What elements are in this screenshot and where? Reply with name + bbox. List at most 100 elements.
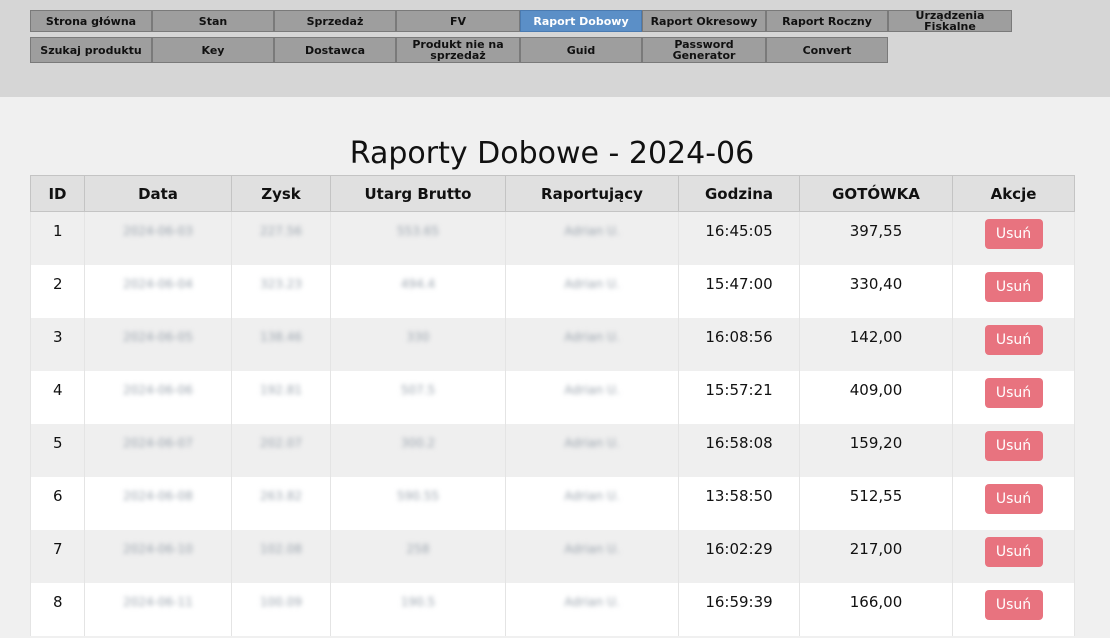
cell-profit: 138.46: [260, 330, 302, 344]
cell-date: 2024-06-04: [123, 277, 193, 291]
cell-id: 1: [53, 222, 63, 240]
delete-button[interactable]: Usuń: [984, 590, 1043, 620]
nav-password-generator[interactable]: Password Generator: [642, 37, 766, 63]
column-header-godzina: Godzina: [678, 175, 800, 212]
cell-id: 4: [53, 381, 63, 399]
nav-urzadzenia-fiskalne[interactable]: Urządzenia Fiskalne: [888, 10, 1012, 32]
nav-guid[interactable]: Guid: [520, 37, 642, 63]
nav-convert[interactable]: Convert: [766, 37, 888, 63]
page-title: Raporty Dobowe - 2024-06: [349, 136, 755, 171]
cell-time: 16:59:39: [705, 593, 773, 611]
cell-cash: 512,55: [849, 487, 903, 505]
table-row: 6 2024-06-08 263.82 590.55 Adrian U. 13:…: [30, 477, 1075, 530]
top-navigation-bar: Strona główna Stan Sprzedaż FV Raport Do…: [0, 0, 1110, 97]
cell-profit: 100.09: [260, 595, 302, 609]
table-row: 2 2024-06-04 323.23 494.4 Adrian U. 15:4…: [30, 265, 1075, 318]
cell-gross: 494.4: [400, 277, 436, 291]
cell-id: 7: [53, 540, 63, 558]
cell-cash: 166,00: [849, 593, 903, 611]
nav-szukaj-produktu[interactable]: Szukaj produktu: [30, 37, 152, 63]
cell-cash: 409,00: [849, 381, 903, 399]
cell-profit: 192.81: [260, 383, 302, 397]
cell-time: 16:58:08: [705, 434, 773, 452]
column-header-gotowka: GOTÓWKA: [799, 175, 953, 212]
vertical-scrollbar[interactable]: [1093, 97, 1110, 638]
cell-id: 5: [53, 434, 63, 452]
cell-time: 16:02:29: [705, 540, 773, 558]
cell-profit: 202.07: [260, 436, 302, 450]
cell-reporter: Adrian U.: [564, 224, 620, 238]
cell-id: 2: [53, 275, 63, 293]
cell-cash: 159,20: [849, 434, 903, 452]
cell-profit: 323.23: [260, 277, 302, 291]
nav-sprzedaz[interactable]: Sprzedaż: [274, 10, 396, 32]
delete-button[interactable]: Usuń: [984, 272, 1043, 302]
nav-dostawca[interactable]: Dostawca: [274, 37, 396, 63]
nav-stan[interactable]: Stan: [152, 10, 274, 32]
cell-gross: 330: [406, 330, 430, 344]
cell-profit: 102.08: [260, 542, 302, 556]
delete-button[interactable]: Usuń: [984, 378, 1043, 408]
nav-fv[interactable]: FV: [396, 10, 520, 32]
delete-button[interactable]: Usuń: [984, 431, 1043, 461]
cell-date: 2024-06-11: [123, 595, 193, 609]
nav-raport-okresowy[interactable]: Raport Okresowy: [642, 10, 766, 32]
cell-gross: 590.55: [397, 489, 439, 503]
cell-reporter: Adrian U.: [564, 330, 620, 344]
daily-reports-table: ID Data Zysk Utarg Brutto Raportujący Go…: [30, 175, 1075, 636]
cell-time: 16:45:05: [705, 222, 773, 240]
nav-produkt-nie-na-sprzedaz[interactable]: Produkt nie na sprzedaż: [396, 37, 520, 63]
cell-gross: 553.65: [397, 224, 439, 238]
cell-gross: 507.5: [400, 383, 436, 397]
cell-reporter: Adrian U.: [564, 489, 620, 503]
table-row: 1 2024-06-03 227.56 553.65 Adrian U. 16:…: [30, 211, 1075, 265]
delete-button[interactable]: Usuń: [984, 484, 1043, 514]
cell-time: 13:58:50: [705, 487, 773, 505]
cell-id: 3: [53, 328, 63, 346]
table-header-row: ID Data Zysk Utarg Brutto Raportujący Go…: [30, 175, 1075, 212]
cell-time: 15:57:21: [705, 381, 773, 399]
nav-raport-roczny[interactable]: Raport Roczny: [766, 10, 888, 32]
nav-strona-glowna[interactable]: Strona główna: [30, 10, 152, 32]
cell-gross: 190.5: [400, 595, 436, 609]
delete-button[interactable]: Usuń: [984, 537, 1043, 567]
cell-time: 15:47:00: [705, 275, 773, 293]
column-header-data: Data: [84, 175, 232, 212]
column-header-utarg-brutto: Utarg Brutto: [330, 175, 506, 212]
nav-raport-dobowy[interactable]: Raport Dobowy: [520, 10, 642, 32]
cell-profit: 227.56: [260, 224, 302, 238]
column-header-zysk: Zysk: [231, 175, 331, 212]
cell-cash: 217,00: [849, 540, 903, 558]
nav-key[interactable]: Key: [152, 37, 274, 63]
cell-gross: 300.2: [400, 436, 436, 450]
cell-date: 2024-06-03: [123, 224, 193, 238]
cell-profit: 263.82: [260, 489, 302, 503]
cell-date: 2024-06-07: [123, 436, 193, 450]
column-header-akcje: Akcje: [952, 175, 1075, 212]
cell-reporter: Adrian U.: [564, 595, 620, 609]
cell-id: 6: [53, 487, 63, 505]
table-row: 3 2024-06-05 138.46 330 Adrian U. 16:08:…: [30, 318, 1075, 371]
cell-time: 16:08:56: [705, 328, 773, 346]
column-header-raportujacy: Raportujący: [505, 175, 679, 212]
table-row: 7 2024-06-10 102.08 258 Adrian U. 16:02:…: [30, 530, 1075, 583]
column-header-id: ID: [30, 175, 85, 212]
cell-reporter: Adrian U.: [564, 277, 620, 291]
table-row: 4 2024-06-06 192.81 507.5 Adrian U. 15:5…: [30, 371, 1075, 424]
table-row: 8 2024-06-11 100.09 190.5 Adrian U. 16:5…: [30, 583, 1075, 636]
cell-date: 2024-06-05: [123, 330, 193, 344]
cell-reporter: Adrian U.: [564, 542, 620, 556]
cell-date: 2024-06-08: [123, 489, 193, 503]
cell-cash: 142,00: [849, 328, 903, 346]
cell-reporter: Adrian U.: [564, 383, 620, 397]
table-row: 5 2024-06-07 202.07 300.2 Adrian U. 16:5…: [30, 424, 1075, 477]
delete-button[interactable]: Usuń: [984, 325, 1043, 355]
cell-date: 2024-06-10: [123, 542, 193, 556]
cell-reporter: Adrian U.: [564, 436, 620, 450]
delete-button[interactable]: Usuń: [984, 219, 1043, 249]
cell-id: 8: [53, 593, 63, 611]
cell-cash: 397,55: [849, 222, 903, 240]
cell-cash: 330,40: [849, 275, 903, 293]
cell-date: 2024-06-06: [123, 383, 193, 397]
cell-gross: 258: [406, 542, 430, 556]
